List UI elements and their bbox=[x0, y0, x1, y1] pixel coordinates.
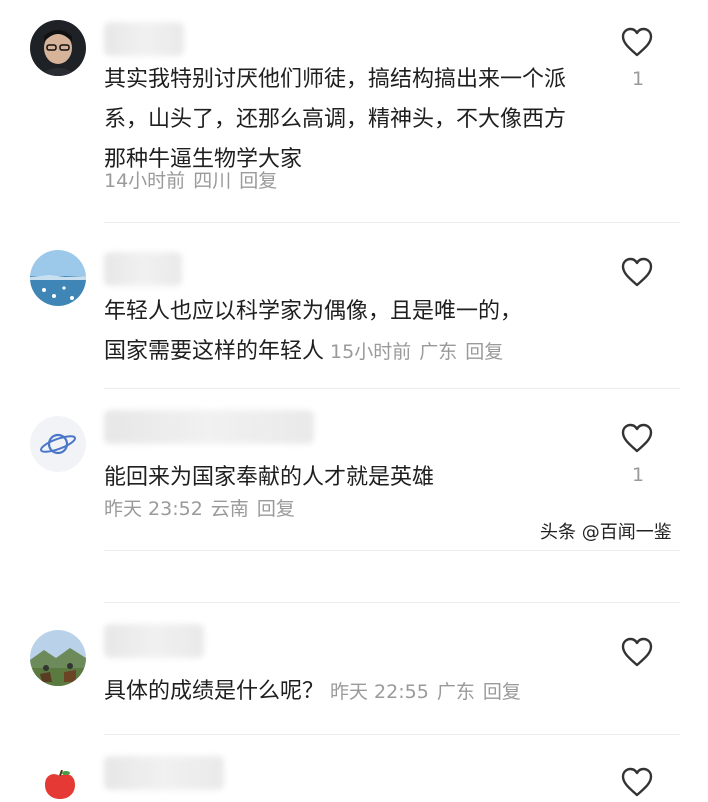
comment-meta: 昨天 23:52 云南 回复 bbox=[104, 494, 584, 524]
comment-meta: 15小时前 广东 回复 bbox=[330, 341, 511, 363]
comment-meta: 14小时前 四川 回复 bbox=[104, 166, 584, 196]
comment-text-line: 年轻人也应以科学家为偶像，且是唯一的， bbox=[104, 299, 523, 324]
reply-button[interactable]: 回复 bbox=[465, 341, 503, 363]
heart-outline-icon bbox=[621, 423, 653, 453]
username-blurred[interactable] bbox=[104, 410, 314, 444]
like-count: 1 bbox=[631, 68, 645, 90]
comment-location: 广东 bbox=[436, 681, 475, 703]
heart-outline-icon bbox=[621, 27, 653, 57]
divider bbox=[104, 388, 680, 389]
comment-time: 14小时前 bbox=[104, 170, 186, 192]
heart-outline-icon bbox=[621, 257, 653, 287]
comment-time: 昨天 23:52 bbox=[104, 498, 203, 520]
comment-time: 15小时前 bbox=[330, 341, 412, 363]
divider bbox=[104, 602, 680, 603]
like-count: 1 bbox=[631, 464, 645, 486]
heart-outline-icon bbox=[621, 767, 653, 797]
reply-button[interactable]: 回复 bbox=[483, 681, 521, 703]
avatar[interactable] bbox=[30, 630, 86, 686]
heart-outline-icon bbox=[621, 637, 653, 667]
comment-meta: 昨天 22:55 广东 回复 bbox=[330, 681, 529, 703]
comment-location: 云南 bbox=[210, 498, 249, 520]
avatar[interactable] bbox=[40, 770, 80, 799]
avatar[interactable] bbox=[30, 250, 86, 306]
username-blurred[interactable] bbox=[104, 756, 224, 790]
comment-location: 四川 bbox=[193, 170, 232, 192]
divider bbox=[104, 734, 680, 735]
username-blurred[interactable] bbox=[104, 22, 184, 56]
apple-icon bbox=[45, 770, 75, 799]
like-button[interactable] bbox=[620, 422, 656, 456]
avatar[interactable] bbox=[30, 416, 86, 472]
divider bbox=[104, 550, 680, 551]
like-button[interactable] bbox=[620, 636, 656, 670]
like-button[interactable] bbox=[620, 26, 656, 60]
comment-time: 昨天 22:55 bbox=[330, 681, 429, 703]
username-blurred[interactable] bbox=[104, 624, 204, 658]
reply-button[interactable]: 回复 bbox=[239, 170, 277, 192]
divider bbox=[104, 222, 680, 223]
comment-text-content: 具体的成绩是什么呢？ bbox=[104, 679, 325, 704]
comment-text-line-2: 国家需要这样的年轻人 bbox=[104, 339, 325, 364]
comment-text: 其实我特别讨厌他们师徒，搞结构搞出来一个派系，山头了，还那么高调，精神头，不大像… bbox=[104, 67, 567, 172]
reply-button[interactable]: 回复 bbox=[257, 498, 295, 520]
avatar[interactable] bbox=[30, 20, 86, 76]
like-button[interactable] bbox=[620, 766, 656, 800]
comment-location: 广东 bbox=[419, 341, 458, 363]
comment-text: 年轻人也应以科学家为偶像，且是唯一的， 国家需要这样的年轻人 15小时前 广东 回复 bbox=[104, 292, 624, 372]
username-blurred[interactable] bbox=[104, 252, 182, 286]
like-button[interactable] bbox=[620, 256, 656, 290]
comment-text-line: 国家需要这样的年轻人 15小时前 广东 回复 bbox=[104, 332, 624, 372]
watermark: 头条 @百闻一鉴 bbox=[540, 522, 672, 543]
comment-text: 能回来为国家奉献的人才就是英雄 bbox=[104, 465, 435, 490]
comment-text: 具体的成绩是什么呢？ 昨天 22:55 广东 回复 bbox=[104, 672, 624, 712]
